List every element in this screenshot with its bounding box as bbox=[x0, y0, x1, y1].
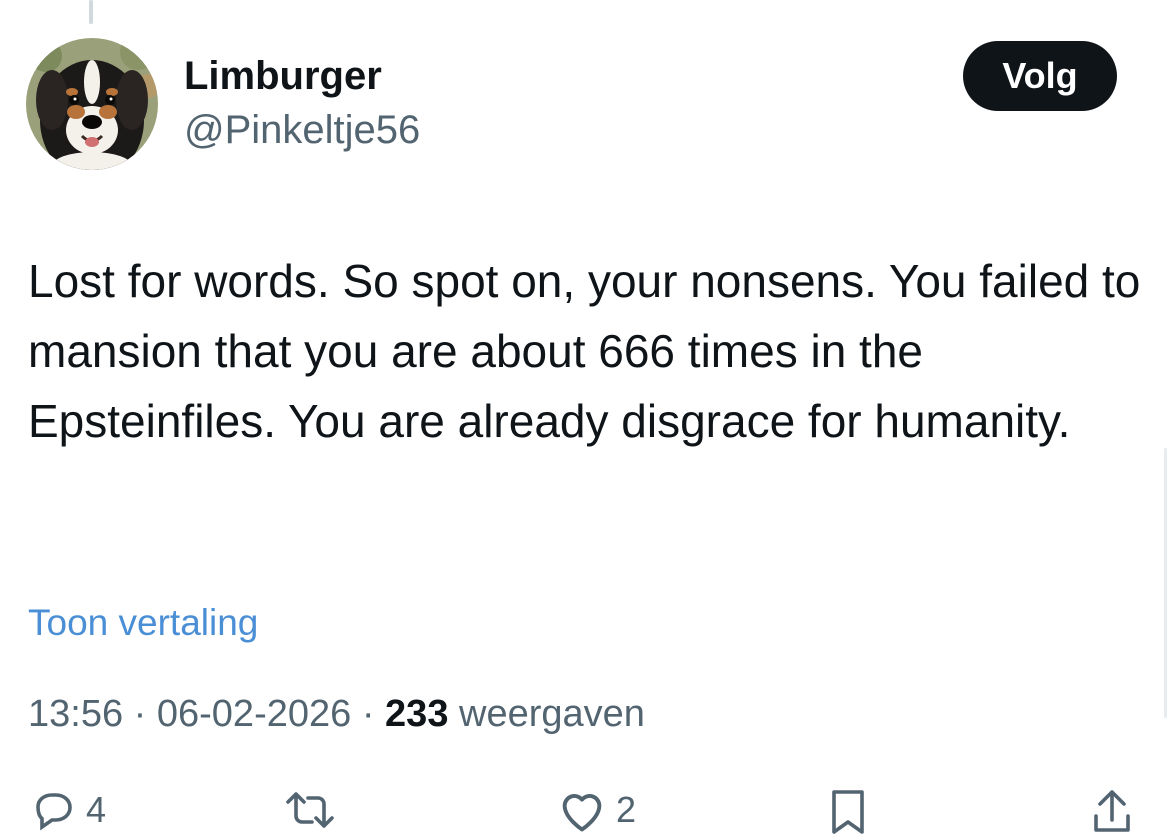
follow-button[interactable]: Volg bbox=[963, 41, 1117, 111]
author-display-name[interactable]: Limburger bbox=[184, 52, 382, 100]
like-button[interactable]: 2 bbox=[556, 786, 636, 834]
tweet-date[interactable]: 06-02-2026 bbox=[157, 693, 351, 735]
like-count: 2 bbox=[616, 789, 637, 830]
bookmark-icon bbox=[824, 786, 872, 838]
show-translation-link[interactable]: Toon vertaling bbox=[28, 600, 258, 646]
dog-avatar-icon[interactable] bbox=[26, 38, 158, 170]
tweet-action-bar: 4 2 bbox=[0, 780, 1169, 840]
scrollbar[interactable] bbox=[1164, 448, 1167, 718]
retweet-icon bbox=[284, 786, 336, 834]
reply-icon bbox=[30, 786, 78, 834]
share-button[interactable] bbox=[1088, 786, 1136, 838]
tweet-time[interactable]: 13:56 bbox=[28, 693, 123, 735]
tweet-text: Lost for words. So spot on, your nonsens… bbox=[28, 255, 1141, 447]
views-count: 233 bbox=[385, 693, 449, 735]
heart-icon bbox=[556, 786, 608, 834]
reply-count: 4 bbox=[86, 789, 107, 830]
meta-separator: · bbox=[351, 693, 386, 735]
reply-button[interactable]: 4 bbox=[30, 786, 106, 834]
author-handle[interactable]: @Pinkeltje56 bbox=[184, 106, 420, 154]
share-icon bbox=[1088, 786, 1136, 838]
bookmark-button[interactable] bbox=[824, 786, 872, 838]
tweet-meta: 13:56 · 06-02-2026 · 233 weergaven bbox=[28, 690, 645, 738]
meta-separator: · bbox=[123, 693, 157, 735]
retweet-button[interactable] bbox=[284, 786, 344, 834]
views-label: weergaven bbox=[459, 693, 645, 735]
thread-connector-line bbox=[89, 0, 93, 24]
